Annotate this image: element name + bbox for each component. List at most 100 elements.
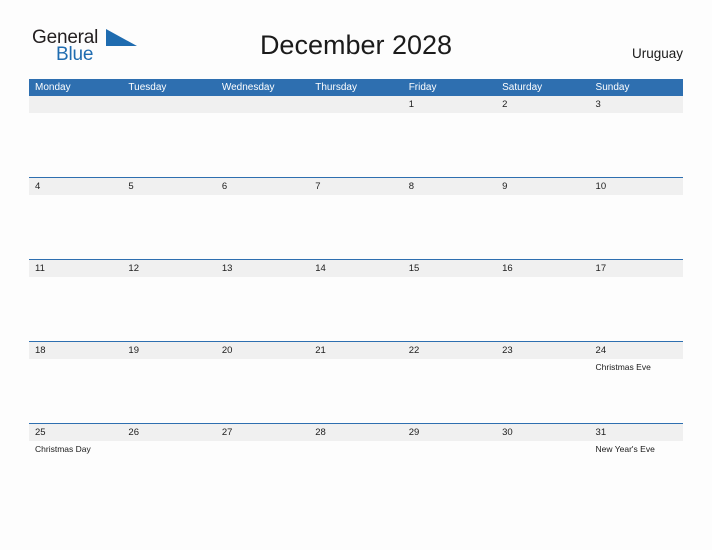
- date-number[interactable]: [309, 96, 402, 113]
- day-cell[interactable]: [122, 195, 215, 259]
- calendar-week-row: 11 12 13 14 15 16 17: [29, 259, 683, 341]
- day-cell[interactable]: [403, 113, 496, 177]
- date-number[interactable]: 28: [309, 424, 402, 441]
- date-number[interactable]: 2: [496, 96, 589, 113]
- week-event-strip: Christmas Day New Year's Eve: [29, 441, 683, 505]
- date-number[interactable]: 16: [496, 260, 589, 277]
- week-date-strip: 1 2 3: [29, 96, 683, 113]
- week-date-strip: 4 5 6 7 8 9 10: [29, 177, 683, 195]
- day-cell[interactable]: [309, 441, 402, 505]
- day-cell[interactable]: [309, 277, 402, 341]
- weekday-header-friday: Friday: [408, 82, 437, 93]
- calendar-grid: Monday Tuesday Wednesday Thursday Friday…: [29, 79, 683, 505]
- date-number[interactable]: 17: [590, 260, 683, 277]
- day-cell[interactable]: [403, 441, 496, 505]
- day-cell[interactable]: [403, 359, 496, 423]
- date-number[interactable]: 13: [216, 260, 309, 277]
- day-cell[interactable]: [29, 359, 122, 423]
- weekday-header-saturday: Saturday: [502, 82, 543, 93]
- day-cell[interactable]: [122, 359, 215, 423]
- date-number[interactable]: 26: [122, 424, 215, 441]
- weekday-header-wednesday: Wednesday: [221, 82, 275, 93]
- weekday-header-monday: Monday: [35, 82, 71, 93]
- week-event-strip: Christmas Eve: [29, 359, 683, 423]
- day-cell[interactable]: [122, 277, 215, 341]
- date-number[interactable]: 4: [29, 178, 122, 195]
- holiday-label: Christmas Eve: [595, 362, 651, 372]
- day-cell[interactable]: [216, 441, 309, 505]
- calendar-week-row: 1 2 3: [29, 96, 683, 177]
- weekday-header-thursday: Thursday: [315, 82, 357, 93]
- date-number[interactable]: [122, 96, 215, 113]
- day-cell[interactable]: [122, 113, 215, 177]
- date-number[interactable]: 9: [496, 178, 589, 195]
- date-number[interactable]: 24: [590, 342, 683, 359]
- date-number[interactable]: 18: [29, 342, 122, 359]
- date-number[interactable]: 7: [309, 178, 402, 195]
- day-cell[interactable]: [590, 113, 683, 177]
- week-event-strip: [29, 195, 683, 259]
- day-cell[interactable]: [403, 277, 496, 341]
- date-number[interactable]: [29, 96, 122, 113]
- day-cell[interactable]: [309, 359, 402, 423]
- day-cell[interactable]: Christmas Eve: [590, 359, 683, 423]
- weekday-header-sunday: Sunday: [595, 82, 630, 93]
- date-number[interactable]: 14: [309, 260, 402, 277]
- day-cell[interactable]: [216, 195, 309, 259]
- day-cell[interactable]: New Year's Eve: [590, 441, 683, 505]
- day-cell[interactable]: [309, 113, 402, 177]
- day-cell[interactable]: [29, 195, 122, 259]
- calendar-week-row: 4 5 6 7 8 9 10: [29, 177, 683, 259]
- date-number[interactable]: 11: [29, 260, 122, 277]
- day-cell[interactable]: Christmas Day: [29, 441, 122, 505]
- week-date-strip: 11 12 13 14 15 16 17: [29, 259, 683, 277]
- date-number[interactable]: 22: [403, 342, 496, 359]
- day-cell[interactable]: [496, 113, 589, 177]
- date-number[interactable]: 1: [403, 96, 496, 113]
- day-cell[interactable]: [590, 277, 683, 341]
- date-number[interactable]: 29: [403, 424, 496, 441]
- day-cell[interactable]: [496, 195, 589, 259]
- date-number[interactable]: 27: [216, 424, 309, 441]
- date-number[interactable]: 20: [216, 342, 309, 359]
- calendar-page: General Blue December 2028 Uruguay Monda…: [0, 0, 712, 550]
- day-cell[interactable]: [403, 195, 496, 259]
- date-number[interactable]: 8: [403, 178, 496, 195]
- week-date-strip: 18 19 20 21 22 23 24: [29, 341, 683, 359]
- day-cell[interactable]: [29, 113, 122, 177]
- calendar-week-row: 25 26 27 28 29 30 31 Christmas Day New Y…: [29, 423, 683, 505]
- date-number[interactable]: 31: [590, 424, 683, 441]
- day-cell[interactable]: [216, 359, 309, 423]
- date-number[interactable]: 19: [122, 342, 215, 359]
- week-event-strip: [29, 277, 683, 341]
- page-title: December 2028: [259, 30, 453, 60]
- date-number[interactable]: 21: [309, 342, 402, 359]
- weekday-header-row: Monday Tuesday Wednesday Thursday Friday…: [29, 79, 683, 96]
- date-number[interactable]: 30: [496, 424, 589, 441]
- day-cell[interactable]: [496, 441, 589, 505]
- day-cell[interactable]: [216, 113, 309, 177]
- calendar-week-row: 18 19 20 21 22 23 24 Christmas Eve: [29, 341, 683, 423]
- day-cell[interactable]: [496, 277, 589, 341]
- day-cell[interactable]: [309, 195, 402, 259]
- date-number[interactable]: 23: [496, 342, 589, 359]
- date-number[interactable]: 6: [216, 178, 309, 195]
- holiday-label: New Year's Eve: [595, 444, 655, 454]
- day-cell[interactable]: [496, 359, 589, 423]
- date-number[interactable]: 12: [122, 260, 215, 277]
- page-header: General Blue December 2028 Uruguay: [0, 0, 712, 64]
- date-number[interactable]: 5: [122, 178, 215, 195]
- date-number[interactable]: 25: [29, 424, 122, 441]
- day-cell[interactable]: [29, 277, 122, 341]
- date-number[interactable]: 10: [590, 178, 683, 195]
- date-number[interactable]: 3: [590, 96, 683, 113]
- day-cell[interactable]: [122, 441, 215, 505]
- day-cell[interactable]: [590, 195, 683, 259]
- date-number[interactable]: 15: [403, 260, 496, 277]
- week-date-strip: 25 26 27 28 29 30 31: [29, 423, 683, 441]
- holiday-label: Christmas Day: [35, 444, 91, 454]
- weekday-header-tuesday: Tuesday: [128, 82, 167, 93]
- date-number[interactable]: [216, 96, 309, 113]
- country-label: Uruguay: [631, 46, 683, 61]
- day-cell[interactable]: [216, 277, 309, 341]
